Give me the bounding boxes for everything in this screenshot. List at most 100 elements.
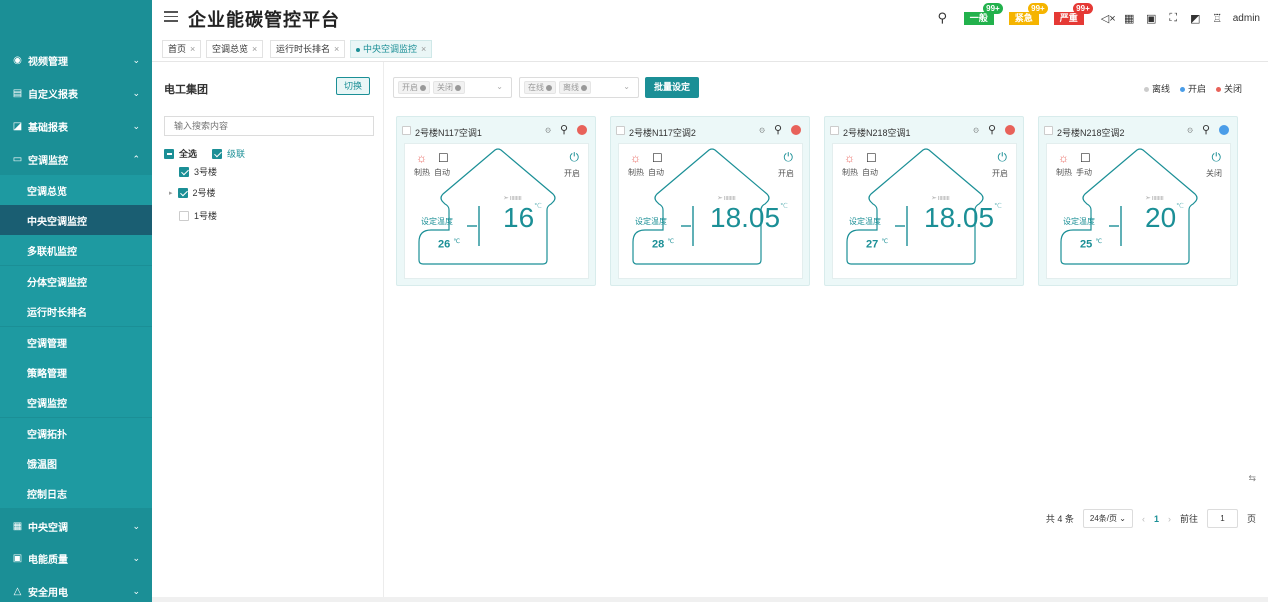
alarm-normal-badge[interactable]: 一般 99+	[963, 2, 1003, 25]
tag-close-icon[interactable]	[420, 84, 426, 91]
ac-card[interactable]: 2号楼N117空调1 ۞ ⚲ ☼ ☐ 制热 自动 ⏻ 开启 ➣ ıııııııı…	[396, 116, 596, 286]
video-icon: ◉	[13, 54, 22, 66]
power-icon[interactable]: ⏻	[784, 150, 794, 165]
power-icon[interactable]: ⏻	[570, 150, 580, 165]
sidebar-item-label: 视频管理	[28, 56, 68, 68]
horizontal-scrollbar[interactable]	[152, 597, 1268, 602]
menu-toggle-icon[interactable]	[164, 11, 178, 23]
shirt-icon[interactable]: ♖	[1211, 12, 1224, 25]
mode-label: 制热	[842, 168, 858, 177]
alarm-severe-badge[interactable]: 严重 99+	[1053, 2, 1093, 25]
power-icon[interactable]: ⏻	[1212, 150, 1222, 165]
ac-unit-icon: ☐	[1080, 151, 1091, 165]
switch-button[interactable]: 切换	[336, 77, 370, 95]
fan-settings-icon[interactable]: ۞	[759, 124, 765, 135]
close-icon[interactable]: ×	[421, 44, 426, 54]
settings-sliders-icon[interactable]: ⇆	[1248, 473, 1256, 484]
fan-settings-icon[interactable]: ۞	[545, 124, 551, 135]
sidebar-sub-multi-split[interactable]: 多联机监控	[0, 235, 152, 265]
tag-close-icon[interactable]	[581, 84, 587, 91]
ac-card-name: 2号楼N117空调2	[629, 128, 696, 138]
tab-ac-overview[interactable]: 空调总览 ×	[206, 40, 264, 58]
sidebar-item-basic-report[interactable]: ◪ 基础报表 ⌄	[0, 111, 152, 141]
sidebar-sub-ac-manage[interactable]: 空调管理	[0, 327, 152, 357]
page-size-select[interactable]: 24条/页 ⌄	[1082, 509, 1133, 528]
tag-close-icon[interactable]	[546, 84, 552, 91]
sidebar-item-power-quality[interactable]: ▣ 电能质量 ⌄	[0, 543, 152, 573]
sidebar-sub-ac-monitor[interactable]: 空调监控	[0, 387, 152, 417]
sidebar-sub-label: 分体空调监控	[27, 277, 87, 289]
tab-runtime-rank[interactable]: 运行时长排名 ×	[270, 40, 346, 58]
select-all-checkbox[interactable]	[164, 148, 174, 159]
ac-card-checkbox[interactable]	[616, 126, 625, 135]
ac-card[interactable]: 2号楼N117空调2 ۞ ⚲ ☼ ☐ 制热 自动 ⏻ 开启 ➣ ıııııııı…	[610, 116, 810, 286]
sidebar-item-video[interactable]: ◉ 视频管理 ⌄	[0, 45, 152, 75]
power-filter-select[interactable]: 开启 关闭 ⌄	[393, 77, 512, 98]
tree-node[interactable]: ▸ 2号楼	[169, 186, 216, 199]
ac-card-checkbox[interactable]	[1044, 126, 1053, 135]
username[interactable]: admin	[1233, 13, 1260, 24]
tree-checkbox[interactable]	[179, 166, 189, 177]
current-temp: 16℃	[503, 202, 543, 233]
close-icon[interactable]: ×	[252, 44, 257, 54]
translate-icon[interactable]: ◩	[1189, 12, 1202, 25]
cascade-checkbox[interactable]	[212, 148, 223, 159]
select-all-row[interactable]: 全选 级联	[164, 147, 245, 160]
sidebar-item-central-ac[interactable]: ▦ 中央空调 ⌄	[0, 511, 152, 541]
grid-icon[interactable]: ▦	[1123, 12, 1136, 25]
set-temp-value: 27 ℃	[866, 238, 889, 251]
legend-offline: 离线	[1143, 82, 1170, 95]
tree-node[interactable]: 1号楼	[179, 209, 217, 222]
close-icon[interactable]: ×	[190, 44, 195, 54]
ac-card-checkbox[interactable]	[830, 126, 839, 135]
fan-settings-icon[interactable]: ۞	[973, 124, 979, 135]
close-icon[interactable]: ×	[334, 44, 339, 54]
tree-checkbox[interactable]	[179, 210, 189, 221]
sidebar: ◉ 视频管理 ⌄ ▤ 自定义报表 ⌄ ◪ 基础报表 ⌄ ▭ 空调监控 ⌃ 空调总览 中央空调监控…	[0, 0, 152, 602]
caret-right-icon[interactable]: ▸	[169, 189, 173, 197]
search-icon[interactable]: ⚲	[774, 123, 782, 136]
sidebar-item-custom-report[interactable]: ▤ 自定义报表 ⌄	[0, 78, 152, 108]
page-number[interactable]: 1	[1154, 514, 1159, 524]
ac-card[interactable]: 2号楼N218空调1 ۞ ⚲ ☼ ☐ 制热 自动 ⏻ 开启 ➣ ıııııııı…	[824, 116, 1024, 286]
ac-card[interactable]: 2号楼N218空调2 ۞ ⚲ ☼ ☐ 制热 手动 ⏻ 关闭 ➣ ıııııııı…	[1038, 116, 1238, 286]
ac-card-checkbox[interactable]	[402, 126, 411, 135]
sidebar-item-ac-monitor[interactable]: ▭ 空调监控 ⌃	[0, 144, 152, 174]
prev-page-icon[interactable]: ‹	[1142, 514, 1145, 524]
tree-checkbox[interactable]	[177, 187, 188, 198]
online-filter-select[interactable]: 在线 离线 ⌄	[519, 77, 639, 98]
ac-card-name: 2号楼N218空调1	[843, 128, 911, 138]
screen-icon[interactable]: ▣	[1145, 12, 1158, 25]
ac-icon: ▭	[12, 153, 23, 165]
search-input[interactable]	[164, 116, 374, 136]
sidebar-sub-enthalpy-chart[interactable]: 饿温图	[0, 448, 152, 478]
sidebar-sub-strategy[interactable]: 策略管理	[0, 357, 152, 387]
batch-set-button[interactable]: 批量设定	[645, 77, 699, 98]
mute-icon[interactable]: ◁×	[1101, 12, 1116, 25]
sidebar-sub-split-ac[interactable]: 分体空调监控	[0, 266, 152, 296]
sidebar-sub-central-ac-monitor[interactable]: 中央空调监控	[0, 205, 152, 235]
alarm-urgent-badge[interactable]: 紧急 99+	[1008, 2, 1048, 25]
tree-node[interactable]: 3号楼	[179, 165, 217, 178]
tag-close-icon[interactable]	[455, 84, 461, 91]
next-page-icon[interactable]: ›	[1168, 514, 1171, 524]
search-icon[interactable]: ⚲	[988, 123, 996, 136]
search-icon[interactable]: ⚲	[1202, 123, 1210, 136]
tab-home[interactable]: 首页 ×	[162, 40, 202, 58]
house-outline	[1060, 148, 1198, 265]
power-icon[interactable]: ⏻	[998, 150, 1008, 165]
sidebar-sub-ac-overview[interactable]: 空调总览	[0, 175, 152, 205]
sidebar-sub-ac-topology[interactable]: 空调拓扑	[0, 418, 152, 448]
tree-node-label: 3号楼	[194, 167, 218, 177]
sidebar-sub-runtime-rank[interactable]: 运行时长排名	[0, 296, 152, 326]
fullscreen-icon[interactable]: ⛶	[1167, 12, 1180, 25]
tab-label: 空调总览	[212, 44, 249, 54]
sidebar-sub-control-log[interactable]: 控制日志	[0, 478, 152, 508]
search-icon[interactable]: ⚲	[936, 10, 949, 26]
fan-settings-icon[interactable]: ۞	[1187, 124, 1193, 135]
sidebar-sub-label: 空调拓扑	[27, 429, 67, 441]
goto-page-input[interactable]: 1	[1206, 509, 1238, 528]
search-icon[interactable]: ⚲	[560, 123, 568, 136]
ac-card-body: ☼ ☐ 制热 手动 ⏻ 关闭 ➣ ıııııııı 设定温度 25 ℃ 20℃	[1046, 143, 1231, 279]
tab-central-ac-monitor[interactable]: 中央空调监控 ×	[350, 40, 433, 58]
